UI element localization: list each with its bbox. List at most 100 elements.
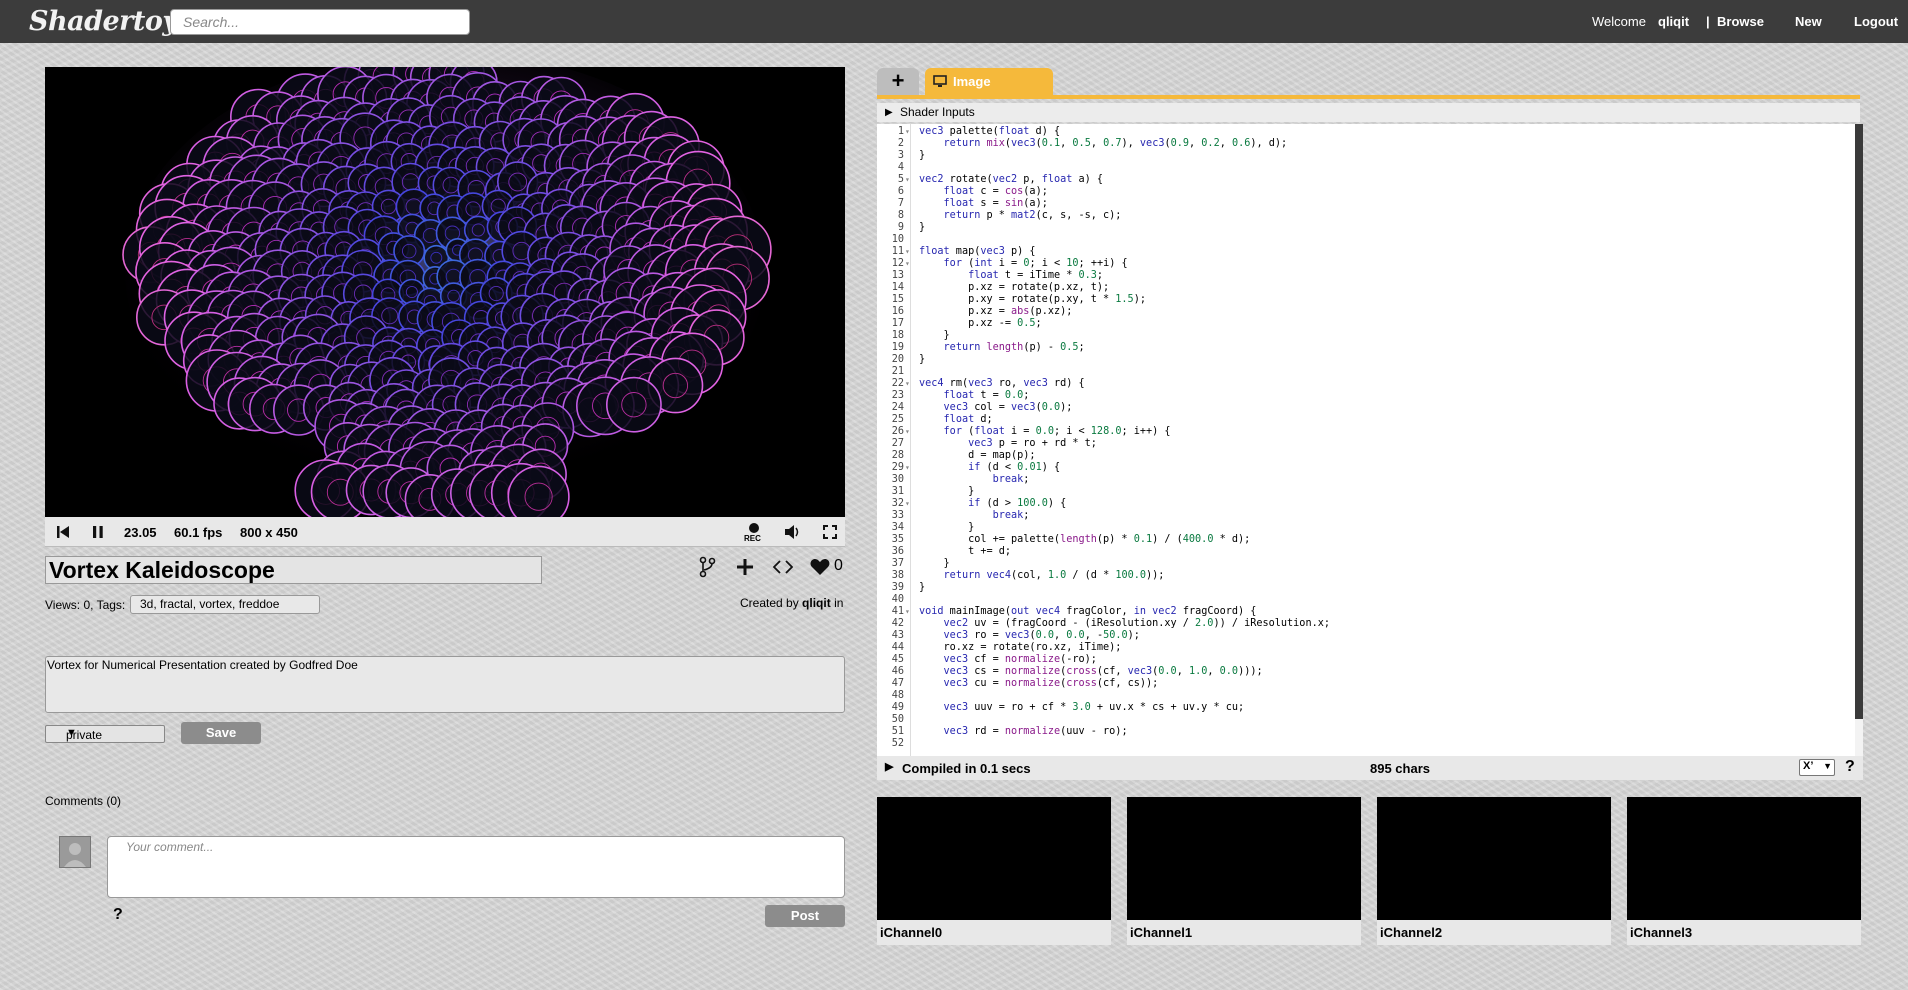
- comment-help-icon[interactable]: ?: [113, 906, 123, 924]
- description-input[interactable]: Vortex for Numerical Presentation create…: [45, 656, 845, 713]
- fold-arrow-icon[interactable]: ▾: [905, 462, 911, 474]
- code-editor[interactable]: 1 ▾ vec3 palette(float d) {2 return mix(ve…: [877, 124, 1855, 756]
- pause-icon[interactable]: [88, 522, 108, 542]
- code-line[interactable]: 33 break;: [877, 510, 1855, 522]
- code-line[interactable]: 40: [877, 594, 1855, 606]
- editor-scrollbar[interactable]: [1855, 124, 1863, 756]
- logout-link[interactable]: Logout: [1854, 14, 1898, 29]
- code-line[interactable]: 14 p.xz = rotate(p.xz, t);: [877, 282, 1855, 294]
- search-input[interactable]: [170, 9, 470, 35]
- code-line[interactable]: 13 float t = iTime * 0.3;: [877, 270, 1855, 282]
- font-size-select[interactable]: X’ ▼: [1799, 759, 1835, 776]
- code-line[interactable]: 4: [877, 162, 1855, 174]
- code-line[interactable]: 10: [877, 234, 1855, 246]
- code-line[interactable]: 5 ▾ vec2 rotate(vec2 p, float a) {: [877, 174, 1855, 186]
- code-line[interactable]: 11 ▾ float map(vec3 p) {: [877, 246, 1855, 258]
- code-line[interactable]: 9}: [877, 222, 1855, 234]
- post-button[interactable]: Post: [765, 905, 845, 927]
- code-line[interactable]: 15 p.xy = rotate(p.xy, t * 1.5);: [877, 294, 1855, 306]
- visibility-select[interactable]: private ▼: [45, 725, 165, 743]
- shadertoy-logo[interactable]: Shadertoy: [29, 6, 178, 37]
- code-line[interactable]: 18 }: [877, 330, 1855, 342]
- code-line[interactable]: 25 float d;: [877, 414, 1855, 426]
- code-line[interactable]: 29 ▾ if (d < 0.01) {: [877, 462, 1855, 474]
- fold-arrow-icon[interactable]: ▾: [905, 426, 911, 438]
- code-line[interactable]: 20}: [877, 354, 1855, 366]
- code-line[interactable]: 22 ▾ vec4 rm(vec3 ro, vec3 rd) {: [877, 378, 1855, 390]
- code-line[interactable]: 47 vec3 cu = normalize(cross(cf, cs));: [877, 678, 1855, 690]
- code-line[interactable]: 17 p.xz -= 0.5;: [877, 318, 1855, 330]
- ichannel-0-preview[interactable]: [877, 797, 1111, 920]
- heart-icon[interactable]: [809, 556, 831, 578]
- code-line[interactable]: 44 ro.xz = rotate(ro.xz, iTime);: [877, 642, 1855, 654]
- code-line[interactable]: 7 float s = sin(a);: [877, 198, 1855, 210]
- code-line[interactable]: 31 }: [877, 486, 1855, 498]
- code-line[interactable]: 32 ▾ if (d > 100.0) {: [877, 498, 1855, 510]
- code-line[interactable]: 52: [877, 738, 1855, 750]
- username-link[interactable]: qliqit: [1658, 14, 1689, 29]
- tags-input[interactable]: 3d, fractal, vortex, freddoe: [130, 595, 320, 614]
- code-line[interactable]: 28 d = map(p);: [877, 450, 1855, 462]
- code-line[interactable]: 38 return vec4(col, 1.0 / (d * 100.0));: [877, 570, 1855, 582]
- add-to-playlist-icon[interactable]: [735, 556, 755, 578]
- editor-scrollbar-thumb[interactable]: [1855, 124, 1863, 719]
- ichannel-3-preview[interactable]: [1627, 797, 1861, 920]
- code-line[interactable]: 46 vec3 cs = normalize(cross(cf, vec3(0.…: [877, 666, 1855, 678]
- code-line[interactable]: 2 return mix(vec3(0.1, 0.5, 0.7), vec3(0…: [877, 138, 1855, 150]
- shader-title-input[interactable]: Vortex Kaleidoscope: [45, 556, 542, 584]
- fold-arrow-icon[interactable]: ▾: [905, 606, 911, 618]
- code-line[interactable]: 39}: [877, 582, 1855, 594]
- ichannel-3[interactable]: iChannel3: [1627, 797, 1861, 945]
- code-line[interactable]: 36 t += d;: [877, 546, 1855, 558]
- fold-arrow-icon[interactable]: ▾: [905, 126, 911, 138]
- add-tab-button[interactable]: +: [877, 68, 919, 96]
- fork-icon[interactable]: [698, 556, 716, 578]
- record-button[interactable]: REC: [742, 521, 766, 545]
- shader-inputs-toggle[interactable]: ▶ Shader Inputs: [877, 103, 1860, 122]
- ichannel-1[interactable]: iChannel1: [1127, 797, 1361, 945]
- code-line[interactable]: 26 ▾ for (float i = 0.0; i < 128.0; i++) …: [877, 426, 1855, 438]
- code-line[interactable]: 34 }: [877, 522, 1855, 534]
- code-line[interactable]: 21: [877, 366, 1855, 378]
- comment-input[interactable]: Your comment...: [107, 836, 845, 898]
- embed-code-icon[interactable]: [772, 556, 794, 578]
- code-line[interactable]: 8 return p * mat2(c, s, -s, c);: [877, 210, 1855, 222]
- help-icon[interactable]: ?: [1845, 758, 1855, 776]
- code-line[interactable]: 35 col += palette(length(p) * 0.1) / (40…: [877, 534, 1855, 546]
- code-line[interactable]: 16 p.xz = abs(p.xz);: [877, 306, 1855, 318]
- code-line[interactable]: 51 vec3 rd = normalize(uuv - ro);: [877, 726, 1855, 738]
- ichannel-2-preview[interactable]: [1377, 797, 1611, 920]
- fold-arrow-icon[interactable]: ▾: [905, 246, 911, 258]
- shader-viewport[interactable]: [45, 67, 845, 517]
- fullscreen-icon[interactable]: [820, 522, 840, 542]
- code-line[interactable]: 42 vec2 uv = (fragCoord - (iResolution.x…: [877, 618, 1855, 630]
- browse-link[interactable]: Browse: [1717, 14, 1764, 29]
- rewind-icon[interactable]: [53, 522, 73, 542]
- fold-arrow-icon[interactable]: ▾: [905, 498, 911, 510]
- ichannel-0[interactable]: iChannel0: [877, 797, 1111, 945]
- save-button[interactable]: Save: [181, 722, 261, 744]
- code-line[interactable]: 12 ▾ for (int i = 0; i < 10; ++i) {: [877, 258, 1855, 270]
- fold-arrow-icon[interactable]: ▾: [905, 174, 911, 186]
- code-line[interactable]: 37 }: [877, 558, 1855, 570]
- code-line[interactable]: 3}: [877, 150, 1855, 162]
- code-line[interactable]: 50: [877, 714, 1855, 726]
- code-line[interactable]: 27 vec3 p = ro + rd * t;: [877, 438, 1855, 450]
- code-line[interactable]: 49 vec3 uuv = ro + cf * 3.0 + uv.x * cs …: [877, 702, 1855, 714]
- compile-triangle-icon[interactable]: ▶: [885, 760, 893, 773]
- tab-image[interactable]: Image: [925, 68, 1053, 96]
- code-line[interactable]: 23 float t = 0.0;: [877, 390, 1855, 402]
- volume-icon[interactable]: [782, 522, 802, 542]
- code-line[interactable]: 30 break;: [877, 474, 1855, 486]
- code-line[interactable]: 24 vec3 col = vec3(0.0);: [877, 402, 1855, 414]
- code-line[interactable]: 19 return length(p) - 0.5;: [877, 342, 1855, 354]
- code-line[interactable]: 6 float c = cos(a);: [877, 186, 1855, 198]
- new-link[interactable]: New: [1795, 14, 1822, 29]
- code-line[interactable]: 41 ▾ void mainImage(out vec4 fragColor, in…: [877, 606, 1855, 618]
- ichannel-2[interactable]: iChannel2: [1377, 797, 1611, 945]
- author-link[interactable]: qliqit: [802, 596, 831, 610]
- fold-arrow-icon[interactable]: ▾: [905, 258, 911, 270]
- code-line[interactable]: 48: [877, 690, 1855, 702]
- code-line[interactable]: 43 vec3 ro = vec3(0.0, 0.0, -50.0);: [877, 630, 1855, 642]
- ichannel-1-preview[interactable]: [1127, 797, 1361, 920]
